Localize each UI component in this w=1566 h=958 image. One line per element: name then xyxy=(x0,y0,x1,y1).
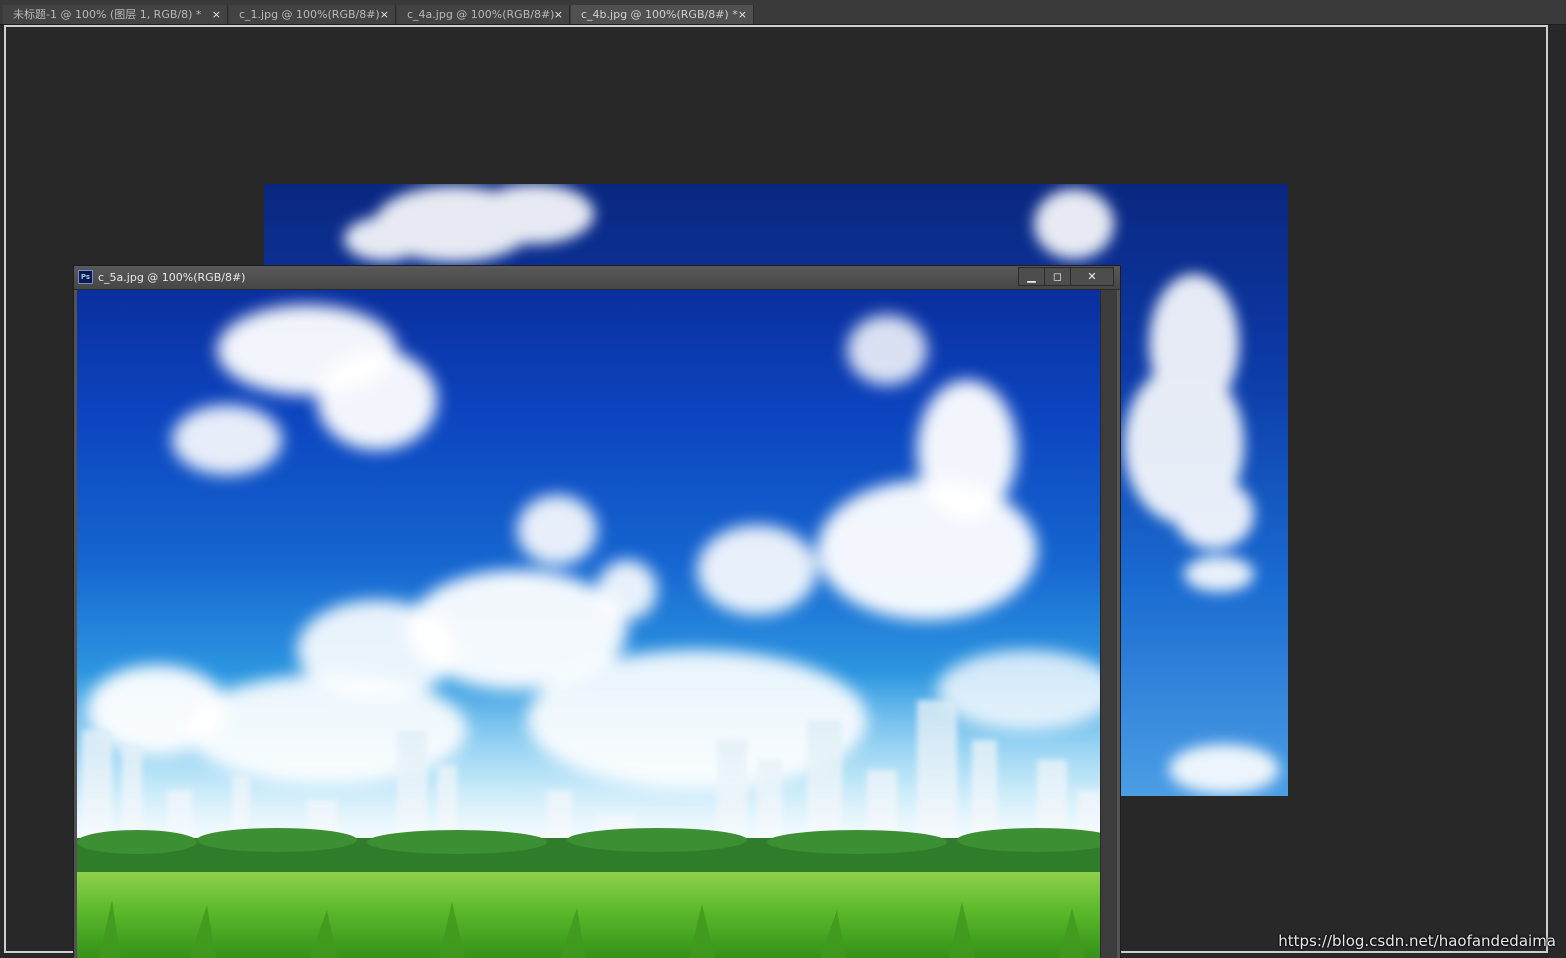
minimize-button[interactable]: ▁ xyxy=(1018,267,1045,286)
window-titlebar[interactable]: Ps c_5a.jpg @ 100%(RGB/8#) ▁ ◻ ✕ xyxy=(74,266,1120,290)
close-icon[interactable]: × xyxy=(738,5,747,24)
tab-untitled-1[interactable]: 未标题-1 @ 100% (图层 1, RGB/8) * × xyxy=(3,5,228,24)
close-icon[interactable]: × xyxy=(554,5,563,24)
tab-label: c_4a.jpg @ 100%(RGB/8#) xyxy=(407,8,555,21)
photoshop-icon: Ps xyxy=(78,270,93,284)
sky-city-grass-image xyxy=(77,305,1102,958)
document-tab-bar: 未标题-1 @ 100% (图层 1, RGB/8) * × c_1.jpg @… xyxy=(0,0,1566,25)
photoshop-workspace: 未标题-1 @ 100% (图层 1, RGB/8) * × c_1.jpg @… xyxy=(0,0,1566,958)
window-controls: ▁ ◻ ✕ xyxy=(1018,267,1114,286)
close-icon[interactable]: × xyxy=(380,5,389,24)
close-icon[interactable]: × xyxy=(212,5,221,24)
close-button[interactable]: ✕ xyxy=(1070,267,1114,286)
tab-label: c_4b.jpg @ 100%(RGB/8#) * xyxy=(581,8,738,21)
maximize-button[interactable]: ◻ xyxy=(1044,267,1071,286)
tab-c-4b[interactable]: c_4b.jpg @ 100%(RGB/8#) * × xyxy=(571,5,754,24)
tab-c-1[interactable]: c_1.jpg @ 100%(RGB/8#) × xyxy=(229,5,396,24)
watermark-text: https://blog.csdn.net/haofandedaima xyxy=(1278,932,1556,950)
tab-label: c_1.jpg @ 100%(RGB/8#) xyxy=(239,8,380,21)
vertical-scrollbar[interactable] xyxy=(1100,290,1117,958)
window-title: c_5a.jpg @ 100%(RGB/8#) xyxy=(98,271,246,284)
tab-label: 未标题-1 @ 100% (图层 1, RGB/8) * xyxy=(13,8,202,21)
floating-document-window[interactable]: Ps c_5a.jpg @ 100%(RGB/8#) ▁ ◻ ✕ xyxy=(73,265,1121,958)
tab-c-4a[interactable]: c_4a.jpg @ 100%(RGB/8#) × xyxy=(397,5,570,24)
document-canvas[interactable] xyxy=(77,290,1102,958)
